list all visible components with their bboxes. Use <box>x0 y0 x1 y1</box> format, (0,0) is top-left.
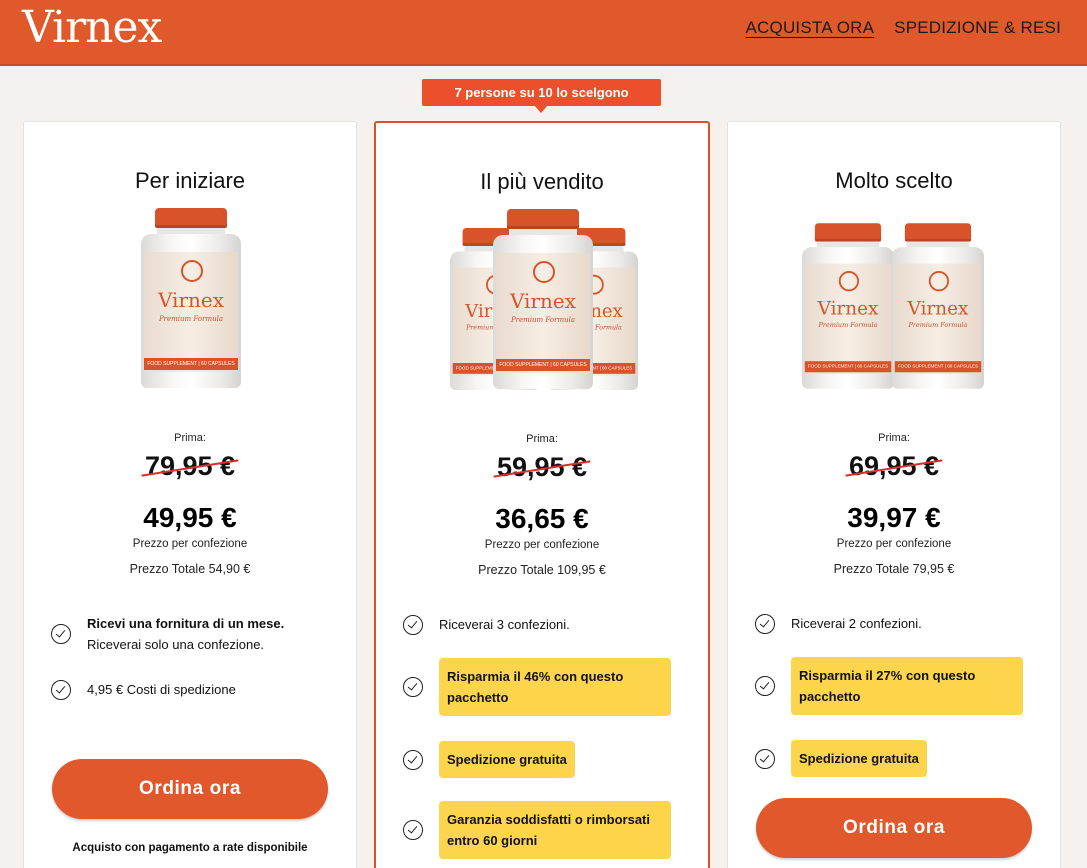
feature-item: 4,95 € Costi di spedizione <box>51 679 236 700</box>
flower-icon <box>838 271 860 292</box>
current-price: 49,95 € <box>143 502 237 533</box>
savings-highlight: Risparmia il 27% con questo pacchetto <box>791 657 1023 715</box>
guarantee-highlight: Garanzia soddisfatti o rimborsati entro … <box>439 801 671 859</box>
check-circle-icon <box>403 677 423 697</box>
per-pack-label: Prezzo per confezione <box>132 538 248 550</box>
bottle-image: VirnexPremium FormulaFOOD SUPPLEMENT | 6… <box>493 209 593 389</box>
before-label: Prima: <box>526 433 558 445</box>
current-price: 39,97 € <box>847 502 941 533</box>
bottle-image: VirnexPremium FormulaFOOD SUPPLEMENT | 6… <box>141 208 241 388</box>
check-circle-icon <box>755 748 775 769</box>
feature-item: Risparmia il 27% con questo pacchetto <box>755 657 1023 715</box>
check-circle-icon <box>51 624 71 644</box>
feature-item: Riceverai 2 confezioni. <box>755 613 922 634</box>
popular-badge: 7 persone su 10 lo scelgono <box>422 79 661 113</box>
feature-bold: Ricevi una fornitura di un mese. <box>87 616 285 631</box>
plan-card-bestseller: Il più vendito VirnexPremium FormulaFOOD… <box>374 121 710 868</box>
feature-item: Spedizione gratuita <box>755 740 927 777</box>
brand-logo[interactable]: Virnex <box>22 2 162 53</box>
old-price: 79,95 € <box>144 451 236 481</box>
order-button[interactable]: Ordina ora <box>52 759 328 819</box>
old-price: 59,95 € <box>496 452 588 482</box>
feature-item: Risparmia il 46% con questo pacchetto <box>403 658 671 716</box>
feature-item: Spedizione gratuita <box>403 741 575 778</box>
plan-title: Per iniziare <box>134 168 246 193</box>
free-shipping-highlight: Spedizione gratuita <box>439 741 575 778</box>
flower-icon <box>533 261 555 283</box>
total-price: Prezzo Totale 109,95 € <box>478 563 606 577</box>
plan-title: Il più vendito <box>480 169 604 194</box>
flower-icon <box>181 260 203 282</box>
feature-item: Garanzia soddisfatti o rimborsati entro … <box>403 801 671 859</box>
feature-text: 4,95 € Costi di spedizione <box>87 682 236 697</box>
old-price: 69,95 € <box>848 451 940 481</box>
feature-item: Ricevi una fornitura di un mese. Ricever… <box>51 613 284 655</box>
total-price: Prezzo Totale 79,95 € <box>833 562 955 576</box>
check-circle-icon <box>403 749 423 770</box>
before-label: Prima: <box>878 432 910 444</box>
plan-title: Molto scelto <box>835 168 953 193</box>
nav-buy-now-link[interactable]: ACQUISTA ORA <box>746 18 875 38</box>
feature-text: Riceverai solo una confezione. <box>87 637 265 652</box>
check-circle-icon <box>51 679 71 700</box>
order-button[interactable]: Ordina ora <box>756 798 1032 858</box>
plan-card-starter: Per iniziare Virnex Premium Formula FOOD S… <box>23 121 357 868</box>
total-price: Prezzo Totale 54,90 € <box>129 562 251 576</box>
savings-highlight: Risparmia il 46% con questo pacchetto <box>439 658 671 716</box>
per-pack-label: Prezzo per confezione <box>484 539 600 551</box>
check-circle-icon <box>755 676 775 696</box>
check-circle-icon <box>755 613 775 634</box>
bottle-image: VirnexPremium FormulaFOOD SUPPLEMENT | 6… <box>892 223 984 389</box>
feature-text: Riceverai 3 confezioni. <box>439 617 570 632</box>
nav-shipping-link[interactable]: SPEDIZIONE & RESI <box>894 18 1061 38</box>
feature-text: Riceverai 2 confezioni. <box>791 616 922 631</box>
check-circle-icon <box>403 820 423 840</box>
before-label: Prima: <box>174 432 206 444</box>
check-circle-icon <box>403 614 423 635</box>
site-header: Virnex ACQUISTA ORA SPEDIZIONE & RESI <box>0 0 1087 66</box>
per-pack-label: Prezzo per confezione <box>836 538 952 550</box>
installments-note: Acquisto con pagamento a rate disponibil… <box>72 842 308 854</box>
current-price: 36,65 € <box>495 503 589 534</box>
plan-card-popular: Molto scelto Virnex Premium Formula FOOD S… <box>727 121 1061 868</box>
free-shipping-highlight: Spedizione gratuita <box>791 740 927 777</box>
feature-item: Riceverai 3 confezioni. <box>403 614 570 635</box>
bottle-image: VirnexPremium FormulaFOOD SUPPLEMENT | 6… <box>802 223 894 389</box>
flower-icon <box>928 271 950 292</box>
top-nav: ACQUISTA ORA SPEDIZIONE & RESI <box>746 18 1062 38</box>
